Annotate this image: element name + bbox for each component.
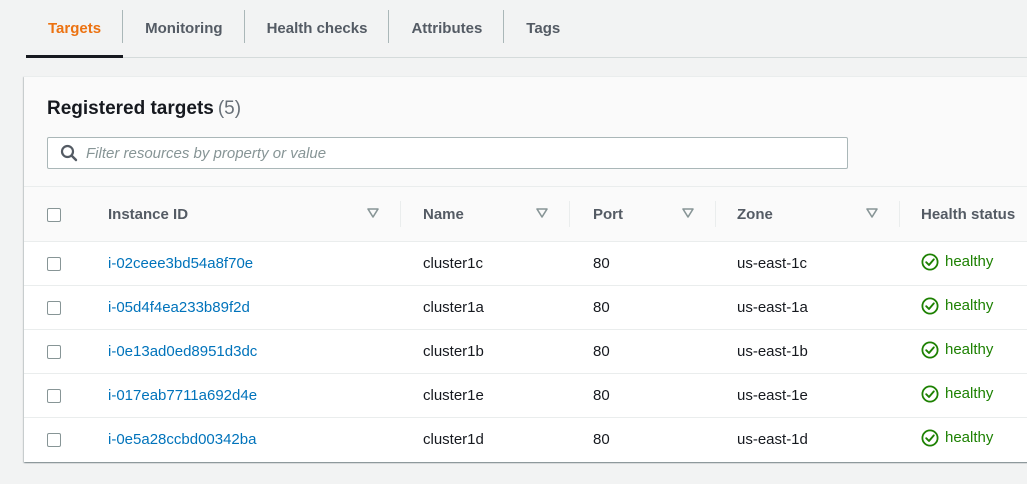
row-checkbox[interactable] <box>47 389 61 404</box>
column-label: Instance ID <box>108 205 189 223</box>
health-cell: healthy <box>900 241 1027 286</box>
port-cell: 80 <box>570 329 716 374</box>
health-status: healthy <box>921 385 993 403</box>
column-header-instance-id[interactable]: Instance ID <box>108 187 401 242</box>
select-all-checkbox[interactable] <box>47 207 61 222</box>
sort-down-icon[interactable] <box>536 208 548 218</box>
instance-id-cell: i-0e13ad0ed8951d3dc <box>108 329 401 374</box>
tab-attributes[interactable]: Attributes <box>389 0 505 57</box>
panel-header: Registered targets (5) <box>24 77 1027 187</box>
status-positive-icon <box>921 341 939 358</box>
table-row[interactable]: i-0e5a28ccbd00342ba cluster1d 80 us-east… <box>24 418 1027 462</box>
instance-id-cell: i-02ceee3bd54a8f70e <box>108 241 401 286</box>
tab-bar: Targets Monitoring Health checks Attribu… <box>26 0 1027 58</box>
filter-input[interactable] <box>86 139 847 167</box>
tab-label: Targets <box>48 20 102 37</box>
health-label: healthy <box>945 429 994 447</box>
tab-monitoring[interactable]: Monitoring <box>123 0 245 57</box>
instance-id-link[interactable]: i-05d4f4ea233b89f2d <box>108 299 250 316</box>
tab-label: Monitoring <box>145 20 223 37</box>
zone-cell: us-east-1a <box>716 285 900 330</box>
column-header-name[interactable]: Name <box>401 187 570 242</box>
name-cell: cluster1d <box>423 431 484 449</box>
instance-id-link[interactable]: i-0e13ad0ed8951d3dc <box>108 343 257 360</box>
sort-down-icon[interactable] <box>367 208 379 218</box>
tab-tags[interactable]: Tags <box>504 0 582 57</box>
table-row[interactable]: i-05d4f4ea233b89f2d cluster1a 80 us-east… <box>24 285 1027 330</box>
tab-label: Tags <box>526 20 561 37</box>
row-checkbox[interactable] <box>47 301 61 316</box>
tab-label: Attributes <box>411 20 483 37</box>
port-cell: 80 <box>593 431 610 449</box>
health-label: healthy <box>945 253 994 270</box>
zone-cell: us-east-1b <box>716 329 900 374</box>
instance-id-cell: i-0e5a28ccbd00342ba <box>108 418 401 462</box>
row-select-cell <box>24 285 108 330</box>
zone-cell: us-east-1c <box>716 241 900 286</box>
panel-title-text: Registered targets <box>47 98 214 119</box>
health-cell: healthy <box>900 418 1027 462</box>
health-cell: healthy <box>900 329 1027 374</box>
column-label: Port <box>593 205 623 223</box>
sort-down-icon[interactable] <box>866 208 878 218</box>
column-label: Health status <box>921 205 1016 223</box>
status-positive-icon <box>921 429 939 447</box>
health-status: healthy <box>921 429 993 447</box>
health-status: healthy <box>921 253 993 271</box>
row-checkbox[interactable] <box>47 433 61 448</box>
health-cell: healthy <box>900 373 1027 418</box>
status-positive-icon <box>921 297 939 314</box>
name-cell: cluster1c <box>401 241 570 286</box>
instance-id-link[interactable]: i-02ceee3bd54a8f70e <box>108 255 253 272</box>
health-label: healthy <box>945 297 994 314</box>
table-row[interactable]: i-02ceee3bd54a8f70e cluster1c 80 us-east… <box>24 241 1027 286</box>
instance-id-link[interactable]: i-017eab7711a692d4e <box>108 387 257 404</box>
health-cell: healthy <box>900 285 1027 330</box>
port-cell: 80 <box>570 285 716 330</box>
port-cell: 80 <box>570 241 716 286</box>
column-label: Zone <box>737 205 773 223</box>
tab-health-checks[interactable]: Health checks <box>245 0 390 57</box>
row-select-cell <box>24 373 108 418</box>
tab-targets[interactable]: Targets <box>26 0 124 58</box>
column-header-zone[interactable]: Zone <box>716 187 900 242</box>
instance-id-link[interactable]: i-0e5a28ccbd00342ba <box>108 431 256 448</box>
column-header-health-status[interactable]: Health status <box>900 187 1027 242</box>
name-cell: cluster1b <box>401 329 570 374</box>
table-row[interactable]: i-0e13ad0ed8951d3dc cluster1b 80 us-east… <box>24 329 1027 374</box>
target-count: (5) <box>217 98 242 119</box>
row-select-cell <box>24 329 108 374</box>
status-positive-icon <box>921 253 939 270</box>
column-header-port[interactable]: Port <box>570 187 716 242</box>
targets-table: Instance ID Name Port Zone Health status… <box>24 187 1027 462</box>
sort-down-icon[interactable] <box>682 208 694 218</box>
registered-targets-panel: Registered targets(5) Instance ID <box>24 76 1027 462</box>
tab-label: Health checks <box>266 20 368 37</box>
search-icon <box>60 144 78 162</box>
table-row[interactable]: i-017eab7711a692d4e cluster1e 80 us-east… <box>24 373 1027 418</box>
instance-id-cell: i-017eab7711a692d4e <box>108 373 401 418</box>
column-label: Name <box>423 205 464 223</box>
status-positive-icon <box>921 385 939 402</box>
name-cell: cluster1a <box>401 285 570 330</box>
health-label: healthy <box>945 341 994 358</box>
table-header-row: Instance ID Name Port Zone Health status <box>24 187 1027 242</box>
zone-cell: us-east-1e <box>716 373 900 418</box>
health-status: healthy <box>921 297 993 315</box>
zone-cell: us-east-1d <box>737 431 808 449</box>
instance-id-cell: i-05d4f4ea233b89f2d <box>108 285 401 330</box>
health-label: healthy <box>945 385 994 402</box>
port-cell: 80 <box>570 373 716 418</box>
row-select-cell <box>24 418 108 462</box>
name-cell: cluster1e <box>401 373 570 418</box>
select-all-header <box>24 187 108 242</box>
row-checkbox[interactable] <box>47 345 61 360</box>
row-checkbox[interactable] <box>47 257 61 272</box>
filter-box[interactable] <box>47 137 848 169</box>
panel-title: Registered targets (5) <box>47 98 241 120</box>
health-status: healthy <box>921 341 993 359</box>
row-select-cell <box>24 241 108 286</box>
